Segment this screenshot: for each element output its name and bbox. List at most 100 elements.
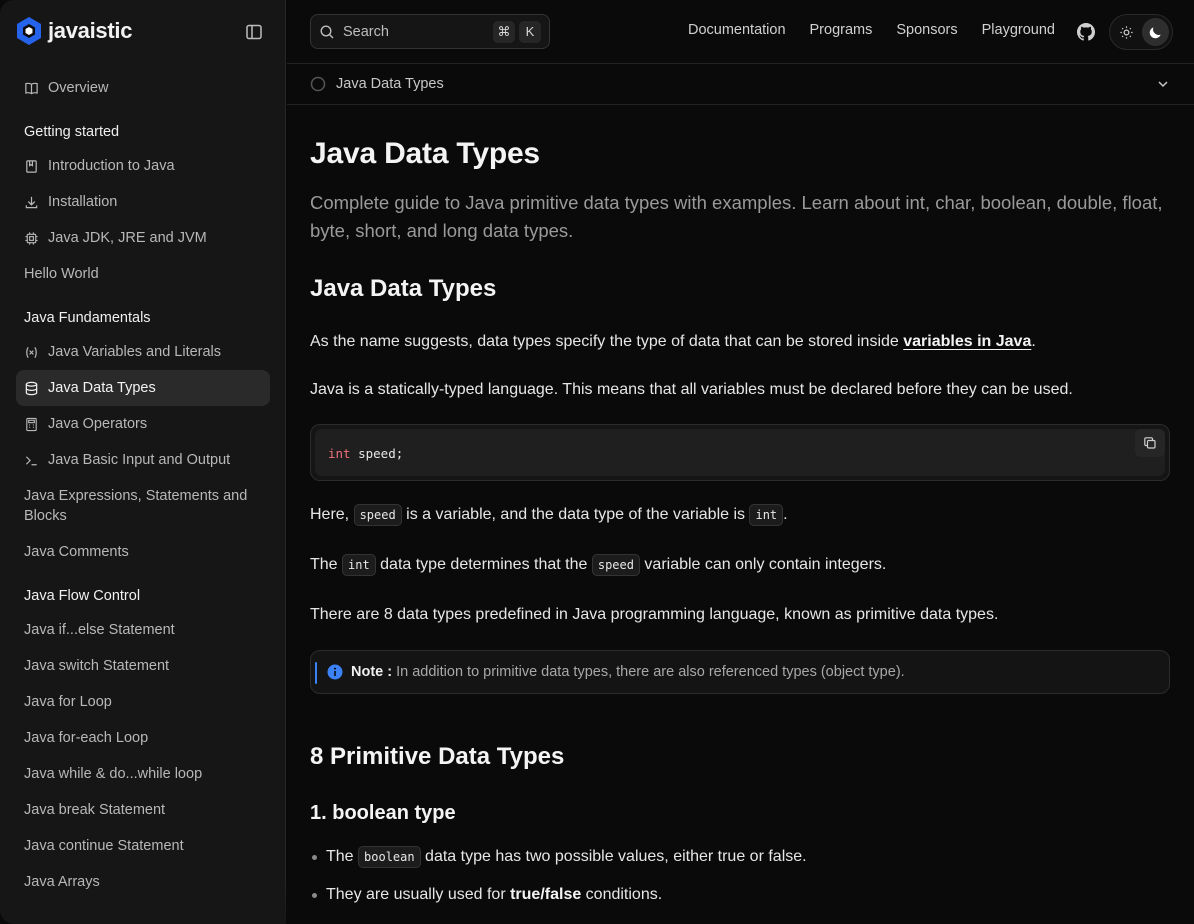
text: data type determines that the [375, 556, 592, 573]
sidebar-item-label: Java Comments [24, 544, 129, 560]
copy-button[interactable] [1135, 429, 1165, 457]
theme-toggle[interactable] [1109, 14, 1173, 50]
search-input[interactable]: Search ⌘ K [310, 14, 550, 49]
hexagon-logo-icon [17, 17, 41, 45]
paragraph-here-speed: Here, speed is a variable, and the data … [310, 503, 1170, 527]
book-icon [24, 81, 39, 96]
sidebar-fade [0, 884, 286, 924]
note-callout: Note : In addition to primitive data typ… [310, 650, 1170, 694]
sidebar-item-while[interactable]: Java while & do...while loop [16, 756, 270, 792]
sidebar-item-for-each[interactable]: Java for-each Loop [16, 720, 270, 756]
sidebar-item-label: Introduction to Java [48, 158, 175, 174]
calculator-icon [24, 417, 39, 432]
sidebar-item-data-types[interactable]: Java Data Types [16, 370, 270, 406]
top-bar: Search ⌘ K Documentation Programs Sponso… [287, 0, 1194, 64]
heading-primitive-types: 8 Primitive Data Types [310, 743, 565, 770]
toc-bar[interactable]: Java Data Types [287, 64, 1194, 105]
sidebar-item-jdk[interactable]: Java JDK, JRE and JVM [16, 220, 270, 256]
sidebar-item-label: Java if...else Statement [24, 622, 175, 638]
sidebar-item-operators[interactable]: Java Operators [16, 406, 270, 442]
sidebar-item-label: Installation [48, 194, 118, 210]
text: The [326, 848, 359, 865]
database-icon [24, 381, 39, 396]
kbd-command: ⌘ [493, 20, 515, 43]
sidebar-toggle-icon[interactable] [245, 23, 263, 41]
inline-code: speed [353, 504, 402, 526]
moon-icon[interactable] [1142, 18, 1169, 46]
sidebar-item-comments[interactable]: Java Comments [16, 534, 270, 570]
sidebar-item-label: Java Basic Input and Output [48, 452, 231, 468]
sidebar-item-label: Java Expressions, Statements and Blocks [24, 488, 248, 524]
nav-link-documentation[interactable]: Documentation [688, 22, 786, 38]
sidebar-item-variables[interactable]: Java Variables and Literals [16, 334, 270, 370]
github-icon[interactable] [1077, 23, 1095, 41]
code-content[interactable]: int speed; [315, 429, 1165, 476]
inline-code: int [342, 554, 376, 576]
link-variables-in-java[interactable]: variables in Java [903, 333, 1031, 350]
sidebar-item-hello-world[interactable]: Hello World [16, 256, 270, 292]
boolean-list: The boolean data type has two possible v… [310, 845, 1170, 921]
sidebar-item-if-else[interactable]: Java if...else Statement [16, 612, 270, 648]
inline-code: speed [591, 554, 640, 576]
sidebar-item-label: Java Variables and Literals [48, 344, 222, 360]
text: As the name suggests, data types specify… [310, 333, 904, 350]
text: Here, [310, 506, 354, 523]
sidebar-item-overview[interactable]: Overview [16, 70, 270, 106]
variable-icon [24, 345, 39, 360]
note-accent-bar [315, 662, 317, 684]
toc-current-heading: Java Data Types [336, 76, 444, 92]
nav-link-playground[interactable]: Playground [982, 22, 1055, 38]
sidebar-item-installation[interactable]: Installation [16, 184, 270, 220]
bookmark-book-icon [24, 159, 39, 174]
text: conditions. [581, 886, 663, 903]
cpu-icon [24, 231, 39, 246]
nav-link-sponsors[interactable]: Sponsors [896, 22, 957, 38]
sidebar-item-continue[interactable]: Java continue Statement [16, 828, 270, 864]
paragraph-intro: As the name suggests, data types specify… [310, 330, 1170, 354]
text: data type has two possible values, eithe… [420, 848, 807, 865]
sidebar-item-switch[interactable]: Java switch Statement [16, 648, 270, 684]
app-window: javaistic Overview Getting started Intro… [0, 0, 1194, 924]
terminal-icon [24, 453, 39, 468]
sidebar-item-for-loop[interactable]: Java for Loop [16, 684, 270, 720]
code-text: speed; [350, 446, 404, 461]
text: The [310, 556, 343, 573]
sidebar-item-label: Java continue Statement [24, 838, 184, 854]
text: . [1031, 333, 1036, 350]
sun-icon[interactable] [1113, 18, 1140, 46]
paragraph-eight-types: There are 8 data types predefined in Jav… [310, 606, 999, 623]
heading-java-data-types: Java Data Types [310, 275, 497, 302]
progress-ring-icon [310, 76, 326, 92]
heading-boolean-type: 1. boolean type [310, 802, 456, 824]
copy-icon [1144, 437, 1156, 449]
list-item: They are usually used for true/false con… [310, 883, 1170, 921]
sidebar-item-io[interactable]: Java Basic Input and Output [16, 442, 270, 478]
sidebar-item-label: Java break Statement [24, 802, 166, 818]
sidebar-item-label: Java for-each Loop [24, 730, 149, 746]
page-description: Complete guide to Java primitive data ty… [310, 192, 1163, 241]
sidebar-nav: Overview Getting started Introduction to… [16, 70, 270, 900]
section-getting-started: Getting started [24, 124, 120, 140]
sidebar-item-intro[interactable]: Introduction to Java [16, 148, 270, 184]
text: They are usually used for [326, 886, 511, 903]
section-flow-control: Java Flow Control [24, 588, 141, 604]
kbd-k: K [519, 20, 541, 43]
paragraph-int-type: The int data type determines that the sp… [310, 553, 1170, 577]
inline-code: boolean [358, 846, 421, 868]
chevron-down-icon[interactable] [1156, 77, 1170, 91]
sidebar-item-label: Java JDK, JRE and JVM [48, 230, 207, 246]
paragraph-static-typed: Java is a statically-typed language. Thi… [310, 381, 1073, 398]
section-fundamentals: Java Fundamentals [24, 310, 151, 326]
sidebar-item-label: Java Data Types [48, 380, 156, 396]
bold-text: true/false [510, 886, 582, 903]
text: . [783, 506, 788, 523]
sidebar-item-label: Java while & do...while loop [24, 766, 203, 782]
sidebar-item-label: Overview [48, 80, 109, 96]
nav-link-programs[interactable]: Programs [810, 22, 873, 38]
text: variable can only contain integers. [639, 556, 887, 573]
sidebar-item-break[interactable]: Java break Statement [16, 792, 270, 828]
logo[interactable]: javaistic [16, 16, 132, 46]
top-nav: Documentation Programs Sponsors Playgrou… [688, 22, 1055, 38]
info-icon [327, 664, 343, 680]
sidebar-item-expressions[interactable]: Java Expressions, Statements and Blocks [16, 478, 270, 534]
